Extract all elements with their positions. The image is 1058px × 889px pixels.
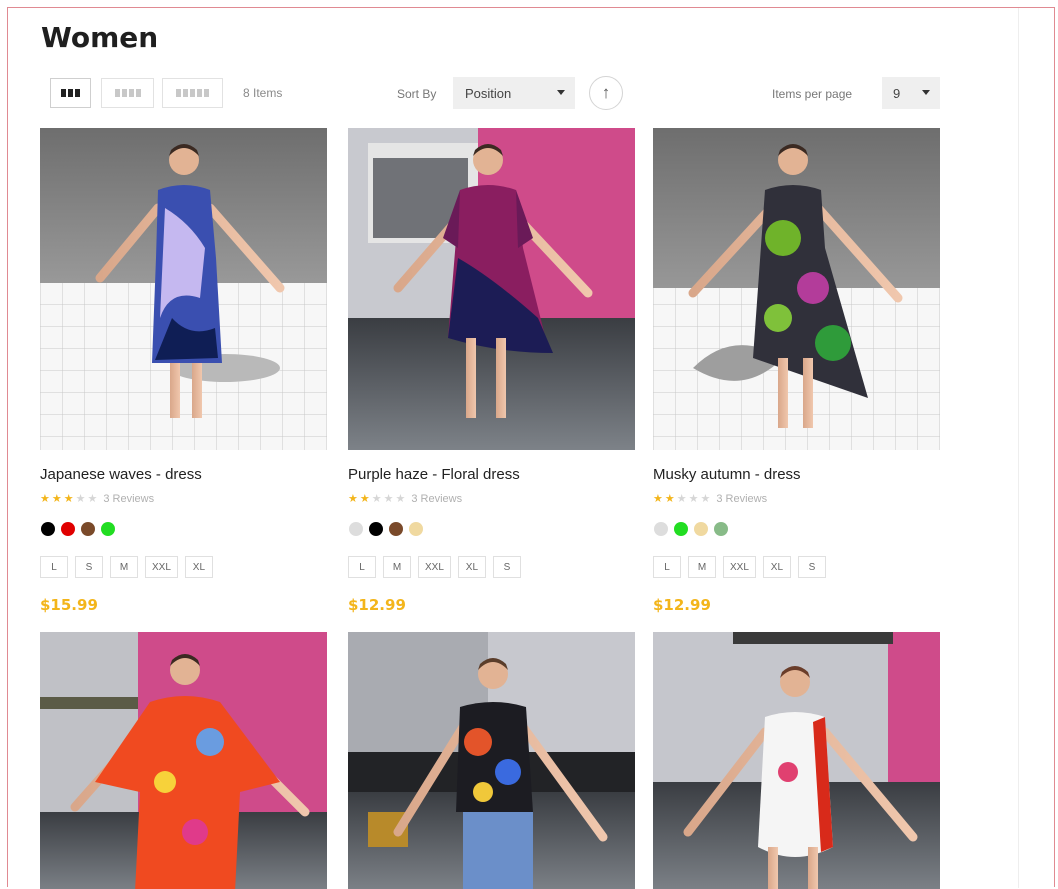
sort-by-select[interactable]: Position: [453, 77, 575, 109]
product-name[interactable]: Japanese waves - dress: [40, 466, 202, 483]
grid-view-4-button[interactable]: [101, 78, 154, 108]
size-option[interactable]: S: [75, 556, 103, 578]
items-per-page-select[interactable]: 9: [882, 77, 940, 109]
star-icon: ★: [395, 492, 406, 505]
star-icon: ★: [653, 492, 663, 505]
color-swatch[interactable]: [674, 522, 688, 536]
reviews-link[interactable]: 3 Reviews: [411, 493, 462, 505]
size-option[interactable]: L: [348, 556, 376, 578]
star-icon: ★: [87, 492, 98, 505]
chevron-down-icon: [922, 90, 930, 95]
size-options: L S M XXL XL: [40, 556, 213, 578]
color-swatch[interactable]: [101, 522, 115, 536]
items-per-page-label: Items per page: [772, 87, 853, 101]
star-icon: ★: [40, 492, 50, 505]
star-icon: ★: [664, 492, 675, 505]
size-option[interactable]: XL: [457, 556, 486, 578]
reviews-link[interactable]: 3 Reviews: [103, 493, 154, 505]
sort-by-value: Position: [465, 85, 512, 101]
product-image[interactable]: [348, 128, 635, 450]
items-count: 8 Items: [243, 86, 283, 100]
size-option[interactable]: M: [383, 556, 411, 578]
size-option[interactable]: XXL: [145, 556, 178, 578]
product-image[interactable]: [653, 128, 940, 450]
star-icon: ★: [700, 492, 711, 505]
star-icon: ★: [383, 492, 394, 505]
color-swatch[interactable]: [654, 522, 668, 536]
star-icon: ★: [688, 492, 699, 505]
color-swatch[interactable]: [409, 522, 423, 536]
size-option[interactable]: S: [492, 556, 521, 578]
grid-view-5-button[interactable]: [162, 78, 223, 108]
star-icon: ★: [51, 492, 62, 505]
color-swatch[interactable]: [694, 522, 708, 536]
color-swatch[interactable]: [349, 522, 363, 536]
star-icon: ★: [676, 492, 687, 505]
product-rating: ★ ★ ★ ★ ★ 3 Reviews: [653, 493, 767, 505]
product-image[interactable]: [653, 632, 940, 889]
color-swatch[interactable]: [369, 522, 383, 536]
product-rating: ★ ★ ★ ★ ★ 3 Reviews: [40, 493, 154, 505]
color-swatches: [349, 522, 423, 536]
size-option[interactable]: XL: [762, 556, 791, 578]
size-option[interactable]: M: [688, 556, 716, 578]
star-icon: ★: [348, 492, 358, 505]
color-swatch[interactable]: [41, 522, 55, 536]
product-image[interactable]: [40, 632, 327, 889]
size-option[interactable]: S: [797, 556, 826, 578]
product-name[interactable]: Musky autumn - dress: [653, 466, 801, 483]
size-option[interactable]: XL: [184, 556, 213, 578]
product-image[interactable]: [40, 128, 327, 450]
star-icon: ★: [371, 492, 382, 505]
size-option[interactable]: L: [653, 556, 681, 578]
reviews-link[interactable]: 3 Reviews: [716, 493, 767, 505]
sort-direction-button[interactable]: ↑: [589, 76, 623, 110]
color-swatch[interactable]: [389, 522, 403, 536]
product-price: $15.99: [40, 596, 98, 614]
product-price: $12.99: [348, 596, 406, 614]
color-swatch[interactable]: [714, 522, 728, 536]
size-options: L M XXL XL S: [348, 556, 521, 578]
right-divider: [1018, 8, 1019, 888]
size-option[interactable]: L: [40, 556, 68, 578]
items-per-page-value: 9: [893, 85, 901, 101]
color-swatch[interactable]: [81, 522, 95, 536]
page-title: Women: [41, 21, 159, 54]
size-options: L M XXL XL S: [653, 556, 826, 578]
color-swatches: [41, 522, 115, 536]
product-name[interactable]: Purple haze - Floral dress: [348, 466, 520, 483]
star-icon: ★: [63, 492, 74, 505]
chevron-down-icon: [557, 90, 565, 95]
size-option[interactable]: XXL: [723, 556, 756, 578]
size-option[interactable]: XXL: [418, 556, 451, 578]
grid-view-3-button[interactable]: [50, 78, 91, 108]
product-image[interactable]: [348, 632, 635, 889]
sort-by-label: Sort By: [397, 87, 437, 101]
product-rating: ★ ★ ★ ★ ★ 3 Reviews: [348, 493, 462, 505]
color-swatch[interactable]: [61, 522, 75, 536]
arrow-up-icon: ↑: [601, 83, 611, 102]
product-price: $12.99: [653, 596, 711, 614]
star-icon: ★: [359, 492, 370, 505]
star-icon: ★: [75, 492, 86, 505]
size-option[interactable]: M: [110, 556, 138, 578]
color-swatches: [654, 522, 728, 536]
